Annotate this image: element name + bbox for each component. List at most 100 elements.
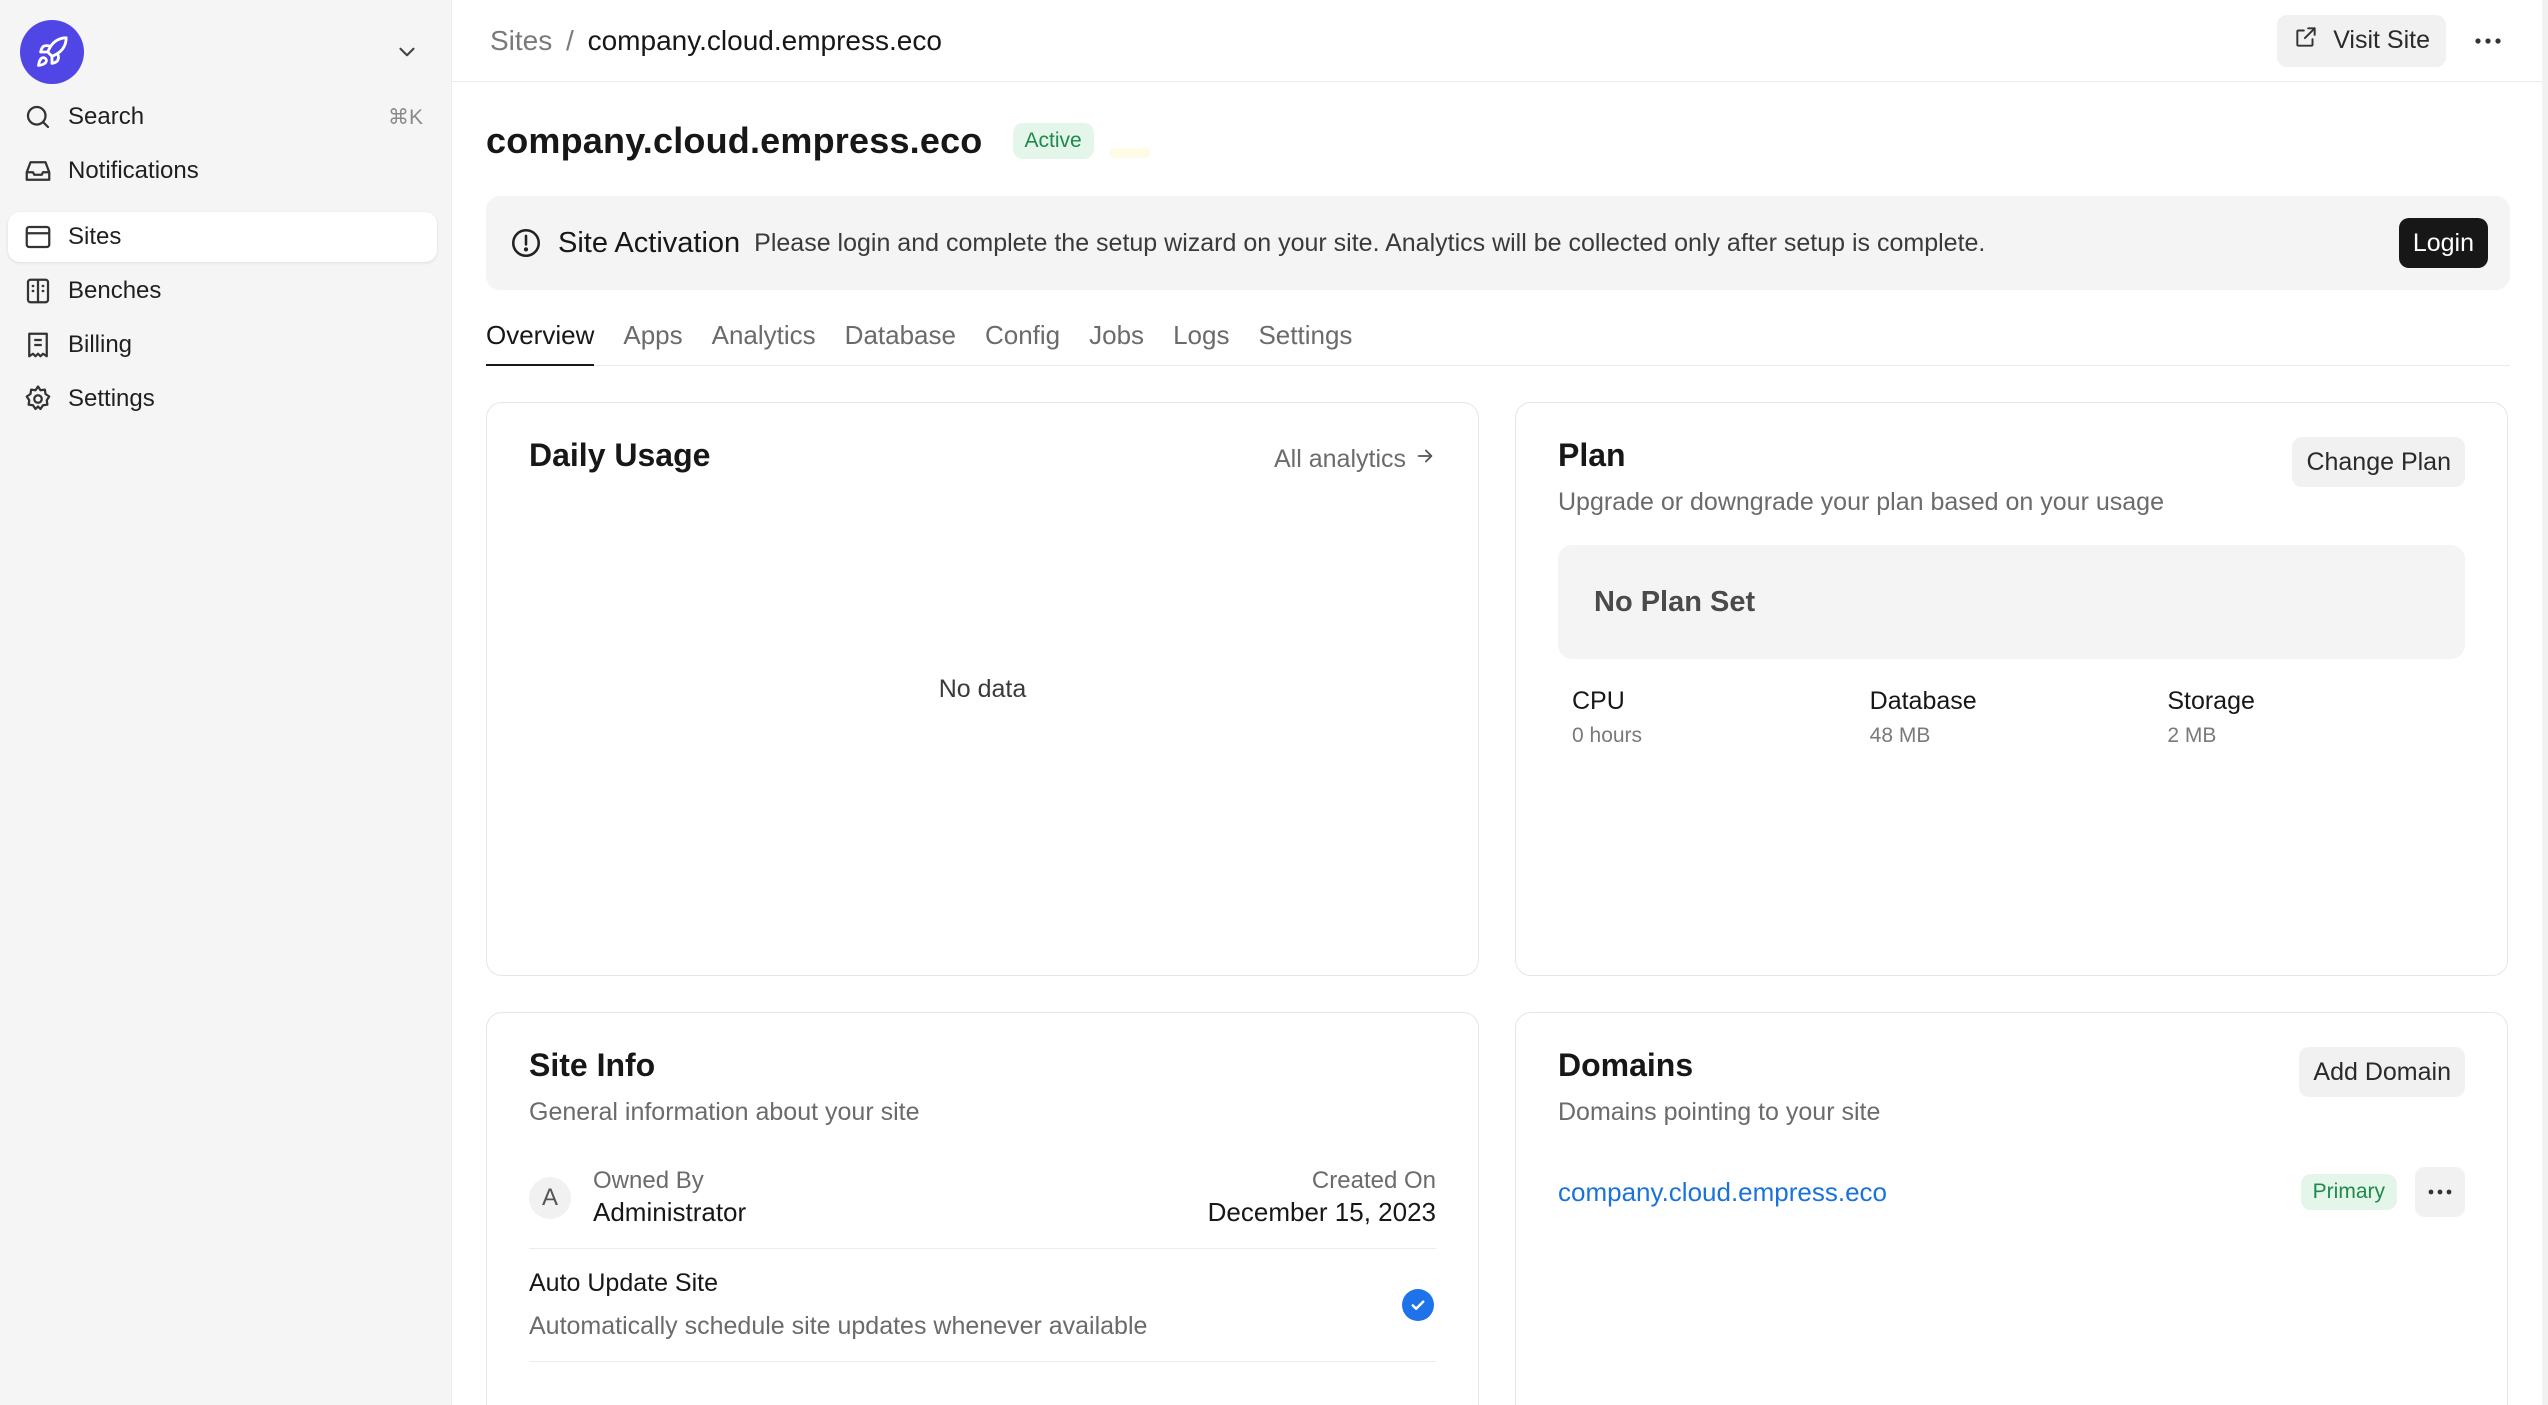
arrow-right-icon [1414, 445, 1436, 474]
avatar: A [529, 1176, 571, 1219]
owned-by-label: Owned By [593, 1167, 704, 1194]
usage-label: CPU [1572, 687, 1625, 715]
title-row: company.cloud.empress.eco Active [486, 116, 2510, 166]
primary-badge: Primary [2300, 1174, 2397, 1210]
topbar: Sites / company.cloud.empress.eco Visit … [452, 0, 2548, 82]
card-header: Domains Domains pointing to your site Ad… [1558, 1047, 2465, 1127]
tab-config[interactable]: Config [985, 316, 1060, 366]
empty-state: No data [529, 474, 1436, 904]
auto-update-title: Auto Update Site [529, 1269, 719, 1297]
main-panel: Sites / company.cloud.empress.eco Visit … [452, 0, 2548, 1405]
current-plan-label: No Plan Set [1594, 585, 1756, 618]
app-shell: Search ⌘K Notifications Sites Benches Bi… [0, 0, 2548, 1405]
top-actions: Visit Site [2277, 14, 2510, 67]
card-heading: Domains Domains pointing to your site [1558, 1047, 1880, 1127]
card-title: Daily Usage [529, 437, 711, 473]
more-options-icon[interactable] [2466, 19, 2510, 63]
overview-grid: Daily Usage All analytics No data Plan U… [486, 402, 2510, 1405]
sidebar-item-label: Benches [68, 277, 162, 304]
tab-database[interactable]: Database [845, 316, 956, 366]
scrollbar-track[interactable] [2542, 0, 2548, 1405]
gear-icon [22, 383, 54, 415]
content: company.cloud.empress.eco Active Site Ac… [452, 116, 2548, 1405]
info-circle-icon [508, 225, 544, 261]
rocket-icon[interactable] [20, 20, 84, 84]
visit-site-label: Visit Site [2333, 26, 2430, 54]
daily-usage-card: Daily Usage All analytics No data [486, 402, 1479, 976]
sidebar-item-notifications[interactable]: Notifications [8, 146, 437, 196]
auto-update-row: Auto Update Site Automatically schedule … [529, 1249, 1436, 1362]
all-analytics-link[interactable]: All analytics [1274, 445, 1436, 474]
external-link-icon [2293, 24, 2319, 57]
brand-row [8, 20, 437, 84]
site-info-card: Site Info General information about your… [486, 1012, 1479, 1405]
auto-update-checkbox[interactable] [1402, 1289, 1434, 1321]
status-badge: Active [1012, 123, 1094, 159]
card-subtitle: Upgrade or downgrade your plan based on … [1558, 488, 2164, 516]
sidebar-item-label: Billing [68, 331, 133, 358]
add-domain-button[interactable]: Add Domain [2299, 1047, 2465, 1097]
tab-settings[interactable]: Settings [1258, 316, 1352, 366]
sidebar-item-label: Search [68, 103, 145, 130]
domains-card: Domains Domains pointing to your site Ad… [1515, 1012, 2508, 1405]
alert-message: Please login and complete the setup wiza… [754, 228, 1986, 257]
change-plan-button[interactable]: Change Plan [2292, 437, 2465, 487]
usage-storage: Storage 2 MB [2167, 687, 2465, 748]
sidebar-item-label: Notifications [68, 157, 199, 184]
sidebar-item-benches[interactable]: Benches [8, 266, 437, 316]
tab-bar: Overview Apps Analytics Database Config … [486, 316, 2510, 366]
tab-logs[interactable]: Logs [1173, 316, 1229, 366]
sidebar-item-label: Settings [68, 385, 155, 412]
search-icon [22, 101, 54, 133]
sidebar-item-settings[interactable]: Settings [8, 374, 437, 424]
visit-site-button[interactable]: Visit Site [2277, 14, 2446, 67]
owner-info: A Owned By Administrator [529, 1167, 746, 1228]
browser-window-icon [22, 221, 54, 253]
sidebar-item-billing[interactable]: Billing [8, 320, 437, 370]
login-button[interactable]: Login [2398, 218, 2488, 268]
columns-icon [22, 275, 54, 307]
usage-cpu: CPU 0 hours [1572, 687, 1870, 748]
breadcrumb-sites-link[interactable]: Sites [490, 25, 552, 56]
usage-label: Database [1869, 687, 1977, 715]
usage-database: Database 48 MB [1870, 687, 2168, 748]
plan-card: Plan Upgrade or downgrade your plan base… [1515, 402, 2508, 976]
sidebar: Search ⌘K Notifications Sites Benches Bi… [0, 0, 452, 1405]
breadcrumb-current: company.cloud.empress.eco [587, 24, 942, 56]
usage-value: 48 MB [1869, 724, 1931, 747]
auto-update-text: Auto Update Site Automatically schedule … [529, 1269, 1147, 1341]
tab-analytics[interactable]: Analytics [712, 316, 816, 366]
inbox-icon [22, 155, 54, 187]
tab-overview[interactable]: Overview [486, 316, 595, 366]
created-on-label: Created On [1311, 1167, 1436, 1194]
plan-usage: CPU 0 hours Database 48 MB Storage 2 MB [1558, 687, 2465, 748]
keyboard-shortcut: ⌘K [387, 105, 423, 129]
receipt-icon [22, 329, 54, 361]
domain-more-options-icon[interactable] [2415, 1167, 2465, 1217]
owned-by-value: Administrator [593, 1197, 747, 1227]
chevron-down-icon[interactable] [387, 32, 427, 72]
card-subtitle: Domains pointing to your site [1558, 1098, 1881, 1126]
card-title: Domains [1558, 1047, 1694, 1083]
tab-jobs[interactable]: Jobs [1089, 316, 1144, 366]
page-title: company.cloud.empress.eco [486, 120, 983, 161]
card-title: Plan [1558, 437, 1626, 473]
sidebar-item-sites[interactable]: Sites [8, 212, 437, 262]
owner-row: A Owned By Administrator Created On Dece… [529, 1167, 1436, 1249]
auto-update-description: Automatically schedule site updates when… [529, 1312, 1148, 1340]
domain-actions: Primary [2300, 1167, 2465, 1217]
sidebar-item-label: Sites [68, 223, 122, 250]
alert-title: Site Activation [558, 226, 741, 259]
link-label: All analytics [1274, 445, 1406, 473]
empty-state-text: No data [938, 674, 1027, 703]
domain-link[interactable]: company.cloud.empress.eco [1558, 1177, 1887, 1208]
tab-apps[interactable]: Apps [623, 316, 682, 366]
card-header: Plan Upgrade or downgrade your plan base… [1558, 437, 2465, 517]
sidebar-item-search[interactable]: Search ⌘K [8, 92, 437, 142]
card-subtitle: General information about your site [529, 1098, 920, 1126]
created-info: Created On December 15, 2023 [1208, 1167, 1436, 1228]
site-activation-alert: Site Activation Please login and complet… [486, 196, 2510, 290]
card-heading: Plan Upgrade or downgrade your plan base… [1558, 437, 2164, 517]
current-plan-box: No Plan Set [1558, 545, 2465, 659]
